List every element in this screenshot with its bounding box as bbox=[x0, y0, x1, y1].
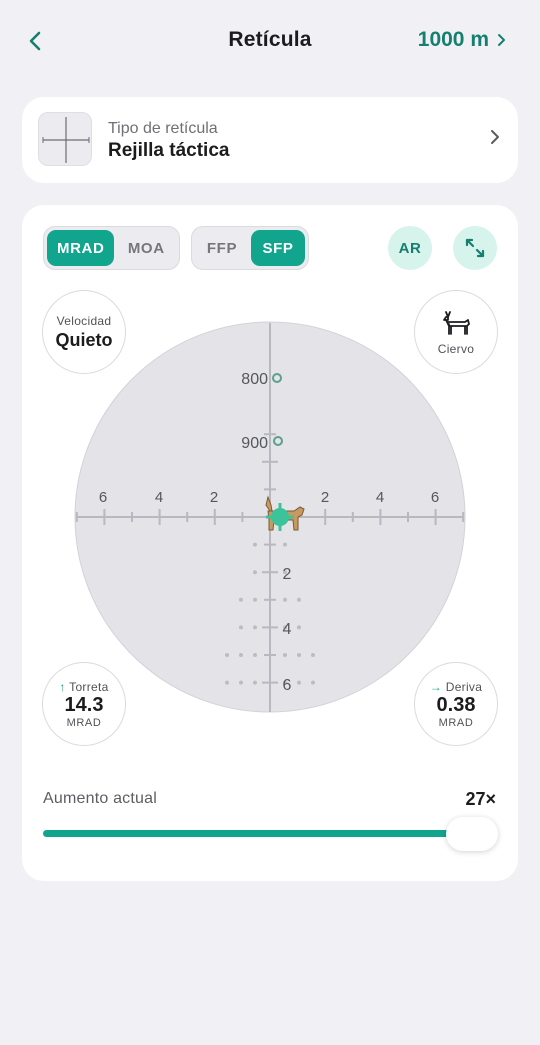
holdover-dot bbox=[239, 653, 243, 657]
holdover-dot bbox=[253, 597, 257, 602]
holdover-dot bbox=[239, 680, 243, 685]
range-mark-label: 900 bbox=[241, 435, 268, 452]
reticle-type-row[interactable]: Tipo de retícula Rejilla táctica bbox=[22, 97, 518, 183]
header: Retícula 1000 m bbox=[0, 0, 540, 80]
h-label: 4 bbox=[376, 489, 384, 506]
zoom-slider-track[interactable] bbox=[43, 830, 495, 837]
expand-button[interactable] bbox=[453, 226, 497, 270]
reticle-thumbnail bbox=[38, 112, 92, 166]
holdover-dot bbox=[297, 653, 301, 657]
units-toggle: MRAD MOA bbox=[43, 226, 180, 270]
deer-icon bbox=[443, 311, 470, 335]
ffp-option[interactable]: FFP bbox=[195, 230, 249, 266]
drift-value: 0.38 bbox=[436, 693, 476, 716]
expand-icon bbox=[465, 238, 485, 258]
chevron-right-icon bbox=[491, 130, 499, 144]
holdover-dot bbox=[239, 597, 243, 602]
reticle-type-label: Tipo de retícula bbox=[108, 120, 218, 137]
holdover-dot bbox=[253, 570, 257, 575]
drift-unit: MRAD bbox=[438, 716, 474, 729]
h-label: 6 bbox=[99, 489, 107, 506]
holdover-dot bbox=[253, 653, 257, 657]
holdover-dot bbox=[283, 542, 287, 547]
holdover-dot bbox=[253, 625, 257, 630]
reticle-type-value: Rejilla táctica bbox=[108, 140, 230, 161]
sfp-option[interactable]: SFP bbox=[251, 230, 305, 266]
chevron-right-icon bbox=[498, 34, 505, 46]
turret-unit: MRAD bbox=[66, 716, 102, 729]
zoom-slider-thumb[interactable] bbox=[446, 817, 498, 851]
ar-button[interactable]: AR bbox=[388, 226, 432, 270]
holdover-dot bbox=[253, 680, 257, 685]
arrow-up-icon: ↑ bbox=[59, 679, 66, 694]
h-label: 2 bbox=[321, 489, 329, 506]
moa-option[interactable]: MOA bbox=[116, 230, 176, 266]
drift-readout[interactable]: → Deriva 0.38 MRAD bbox=[414, 662, 498, 746]
holdover-dot bbox=[283, 597, 287, 602]
holdover-dot bbox=[225, 680, 229, 685]
distance-value: 1000 m bbox=[417, 28, 489, 51]
target-label: Ciervo bbox=[437, 342, 475, 356]
reticle-view: 800 900 6 4 2 2 4 6 2 4 6 bbox=[74, 321, 466, 713]
holdover-dot bbox=[311, 680, 315, 685]
h-label: 6 bbox=[431, 489, 439, 506]
holdover-dot bbox=[297, 597, 301, 602]
arrow-right-icon: → bbox=[429, 679, 443, 694]
velocity-button[interactable]: Velocidad Quieto bbox=[42, 290, 126, 374]
velocity-value: Quieto bbox=[55, 329, 113, 350]
v-label: 2 bbox=[283, 566, 292, 583]
holdover-dot bbox=[297, 680, 301, 685]
target-button[interactable]: Ciervo bbox=[414, 290, 498, 374]
range-mark-label: 800 bbox=[241, 371, 268, 388]
zoom-label: Aumento actual bbox=[43, 790, 157, 807]
v-label: 6 bbox=[283, 677, 292, 694]
distance-button[interactable]: 1000 m bbox=[418, 28, 506, 52]
holdover-dot bbox=[225, 653, 229, 657]
h-label: 2 bbox=[210, 489, 218, 506]
velocity-label: Velocidad bbox=[56, 313, 112, 328]
focal-plane-toggle: FFP SFP bbox=[191, 226, 309, 270]
holdover-dot bbox=[297, 625, 301, 630]
holdover-dot bbox=[311, 653, 315, 657]
v-label: 4 bbox=[283, 621, 292, 638]
drift-label: Deriva bbox=[445, 679, 483, 694]
reticle-card: 800 900 6 4 2 2 4 6 2 4 6 MRAD MOA FFP S… bbox=[22, 205, 518, 881]
mrad-option[interactable]: MRAD bbox=[47, 230, 115, 266]
turret-value: 14.3 bbox=[64, 693, 104, 716]
holdover-dot bbox=[253, 542, 257, 547]
h-label: 4 bbox=[155, 489, 163, 506]
zoom-value: 27× bbox=[465, 789, 496, 809]
turret-readout[interactable]: ↑ Torreta 14.3 MRAD bbox=[42, 662, 126, 746]
holdover-dot bbox=[283, 653, 287, 657]
holdover-dot bbox=[239, 625, 243, 630]
turret-label: Torreta bbox=[69, 679, 109, 694]
